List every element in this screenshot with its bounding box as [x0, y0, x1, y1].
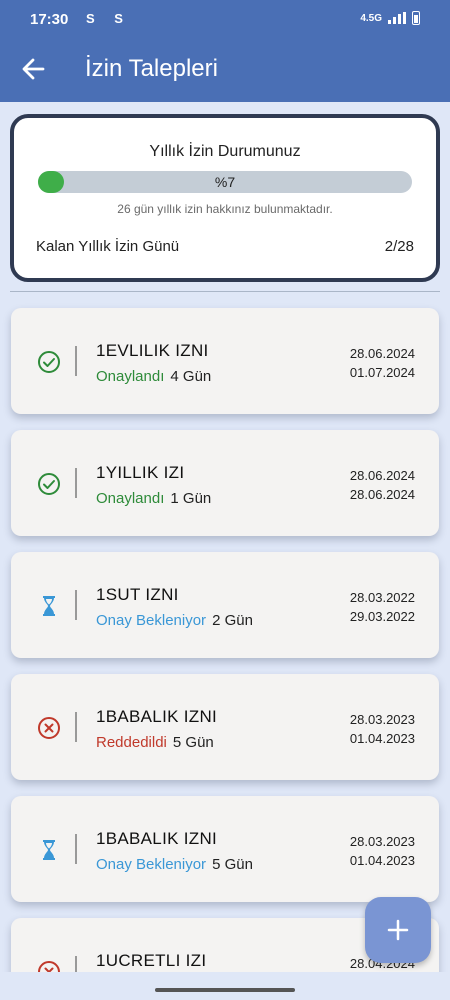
duration-days: 1 Gün [170, 490, 212, 507]
plus-icon [387, 919, 409, 941]
status-line: Onay Bekleniyor 5 Gün [96, 856, 253, 873]
check-circle-icon [37, 350, 61, 374]
duration-days: 5 Gün [212, 856, 253, 873]
duration-days: 4 Gün [170, 368, 212, 385]
leave-type-name: 1SUT IZNI [96, 585, 179, 604]
leave-request-card[interactable]: 1EVLILIK IZNI Onaylandı 4 Gün 28.06.2024 … [11, 308, 439, 414]
separator-line [75, 712, 77, 742]
separator-line [75, 468, 77, 498]
leave-type-name: 1BABALIK IZNI [96, 829, 218, 848]
start-date: 28.03.2023 [349, 712, 415, 727]
separator-line [75, 346, 77, 376]
end-date: 29.03.2022 [349, 609, 415, 624]
leave-type-name: 1EVLILIK IZNI [96, 341, 209, 360]
leave-request-list[interactable]: Yıllık İzin Durumunuz %7 26 gün yıllık i… [0, 0, 450, 972]
divider [10, 291, 440, 292]
hourglass-icon [37, 594, 61, 618]
remaining-days-label: Kalan Yıllık İzin Günü [36, 238, 180, 255]
annual-leave-summary-card: Yıllık İzin Durumunuz %7 26 gün yıllık i… [10, 114, 440, 282]
cancel-circle-icon [37, 716, 61, 740]
leave-progress-bar: %7 [38, 171, 412, 193]
status-line: Onaylandı 1 Gün [96, 490, 211, 507]
leave-request-card[interactable]: 1BABALIK IZNI Reddedildi 5 Gün 28.03.2023… [11, 674, 439, 780]
start-date: 28.03.2023 [349, 834, 415, 849]
start-date: 28.06.2024 [349, 346, 415, 361]
leave-type-name: 1UCRETLI IZI [96, 951, 207, 970]
home-gesture-handle[interactable] [155, 988, 295, 992]
status-text: Onaylandı [96, 490, 165, 507]
summary-title: Yıllık İzin Durumunuz [149, 143, 301, 160]
leave-request-card[interactable]: 1SUT IZNI Onay Bekleniyor 2 Gün 28.03.202… [11, 552, 439, 658]
leave-type-name: 1BABALIK IZNI [96, 707, 218, 726]
end-date: 28.06.2024 [349, 487, 415, 502]
status-line: Onaylandı 4 Gün [96, 368, 211, 385]
end-date: 01.04.2023 [349, 853, 415, 868]
leave-type-name: 1YILLIK IZI [96, 463, 185, 482]
status-line: Reddedildi 5 Gün [96, 734, 214, 751]
hourglass-icon [37, 838, 61, 862]
duration-days: 2 Gün [212, 612, 253, 629]
add-request-button[interactable] [365, 897, 431, 963]
start-date: 28.06.2024 [349, 468, 415, 483]
duration-days: 5 Gün [172, 734, 214, 751]
leave-request-card[interactable]: 1YILLIK IZI Onaylandı 1 Gün 28.06.2024 28… [11, 430, 439, 536]
status-text: Onay Bekleniyor [96, 856, 207, 873]
start-date: 28.03.2022 [349, 590, 415, 605]
navigation-bar [0, 972, 450, 1000]
status-text: Reddedildi [96, 734, 167, 751]
status-line: Onay Bekleniyor 2 Gün [96, 612, 253, 629]
end-date: 01.07.2024 [349, 365, 415, 380]
separator-line [75, 956, 77, 972]
leave-request-card[interactable]: 1BABALIK IZNI Onay Bekleniyor 5 Gün 28.03… [11, 796, 439, 902]
end-date: 01.04.2023 [349, 731, 415, 746]
status-text: Onay Bekleniyor [96, 612, 207, 629]
leave-entitlement-hint: 26 gün yıllık izin hakkınız bulunmaktadı… [117, 202, 333, 216]
separator-line [75, 834, 77, 864]
cancel-circle-icon [37, 960, 61, 972]
remaining-days-value: 2/28 [384, 238, 414, 255]
status-text: Onaylandı [96, 368, 165, 385]
progress-label: %7 [214, 174, 236, 190]
check-circle-icon [37, 472, 61, 496]
separator-line [75, 590, 77, 620]
